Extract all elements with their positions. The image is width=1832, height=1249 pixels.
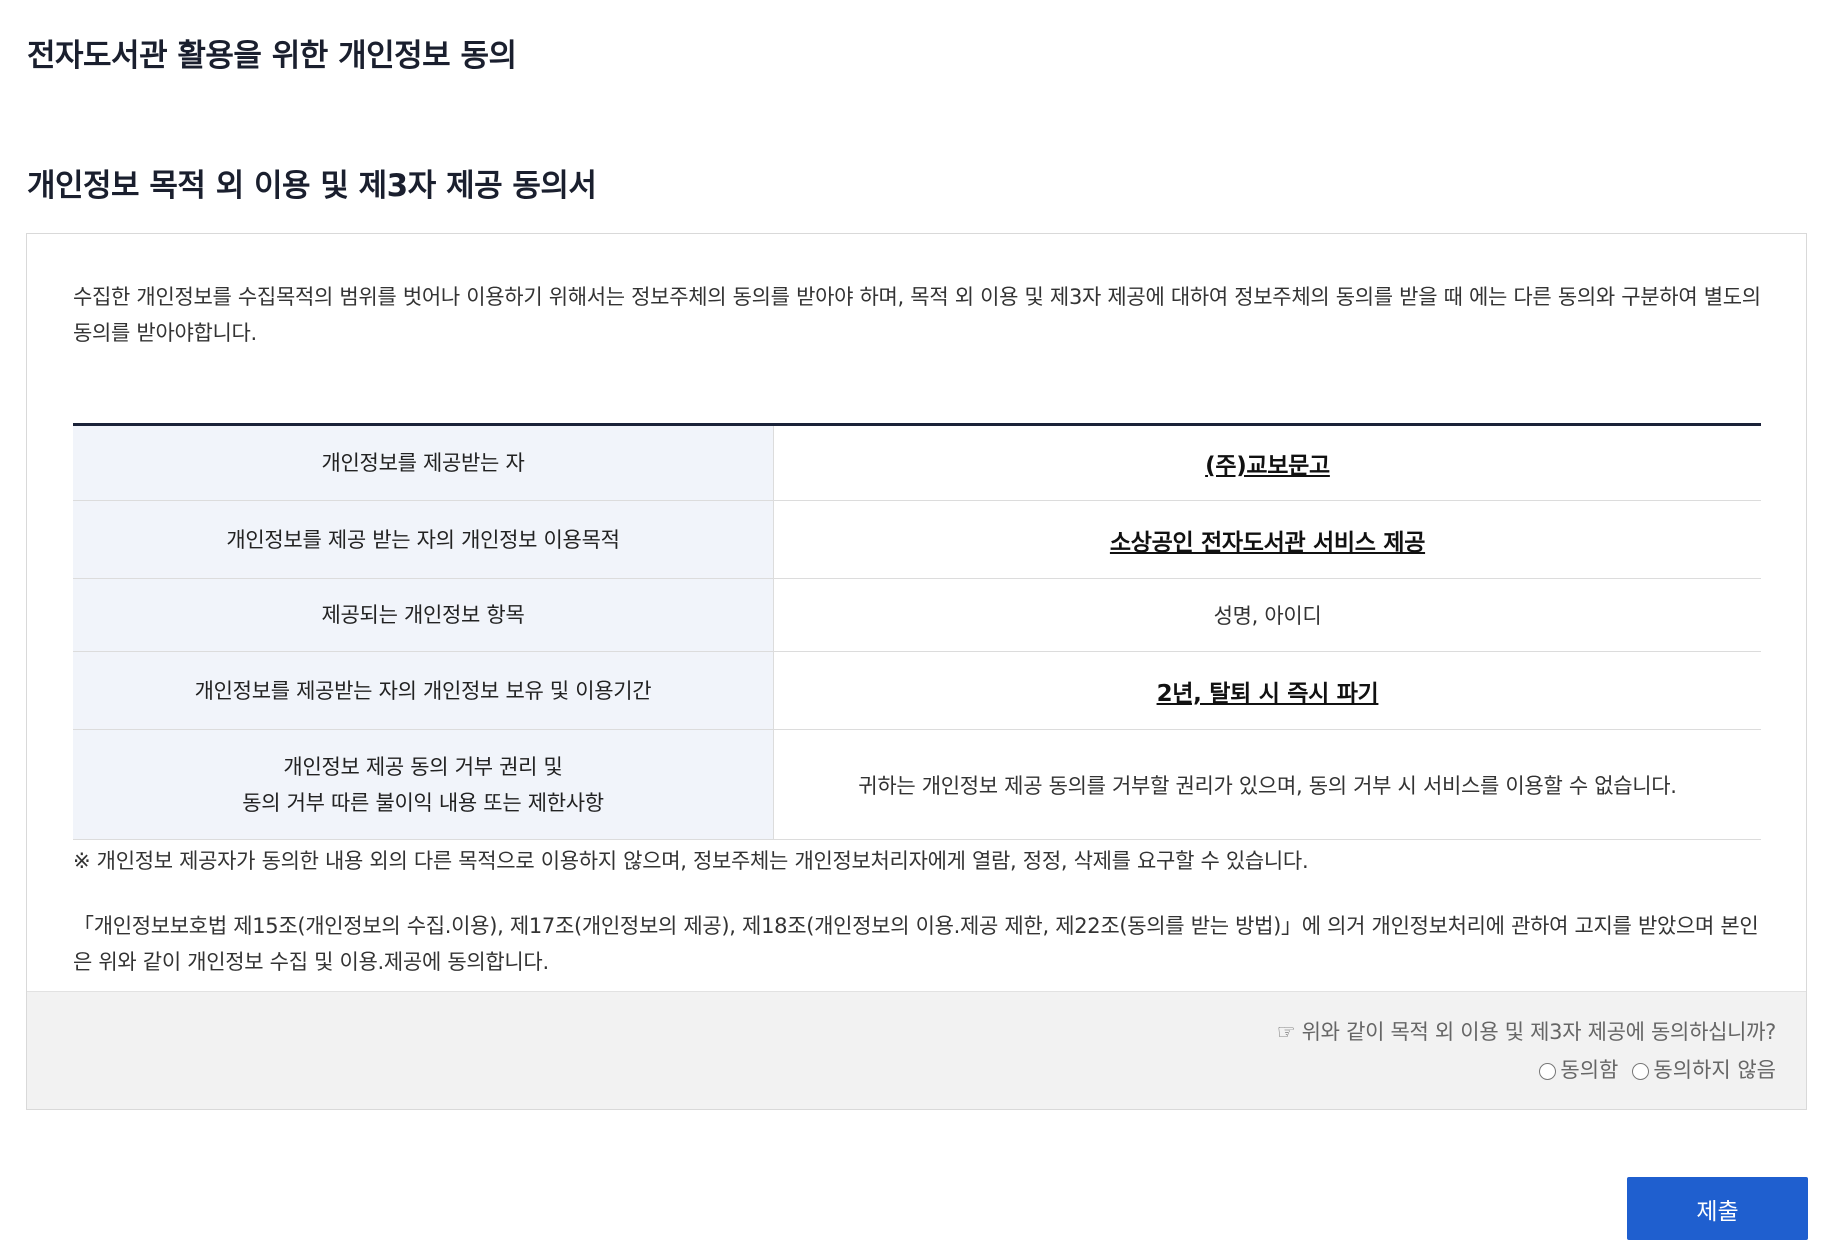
agree-option-no[interactable]: 동의하지 않음 xyxy=(1632,1054,1776,1084)
agree-radio-no[interactable] xyxy=(1632,1062,1650,1080)
row-label-items: 제공되는 개인정보 항목 xyxy=(73,578,774,652)
agree-question: ☞ 위와 같이 목적 외 이용 및 제3자 제공에 동의하십니까? xyxy=(1276,1020,1777,1044)
row-value-purpose: 소상공인 전자도서관 서비스 제공 xyxy=(773,500,1761,579)
row-label-refusal-line1: 개인정보 제공 동의 거부 권리 및 xyxy=(283,754,563,779)
consent-law-text: 「개인정보보호법 제15조(개인정보의 수집.이용), 제17조(개인정보의 제… xyxy=(73,914,1759,974)
agree-radio-yes[interactable] xyxy=(1539,1062,1557,1080)
table-row: 개인정보를 제공받는 자 (주)교보문고 xyxy=(73,424,1761,501)
agree-option-yes[interactable]: 동의함 xyxy=(1539,1054,1618,1084)
row-label-purpose: 개인정보를 제공 받는 자의 개인정보 이용목적 xyxy=(73,500,774,579)
agree-option-no-label: 동의하지 않음 xyxy=(1653,1058,1776,1082)
section-title: 개인정보 목적 외 이용 및 제3자 제공 동의서 xyxy=(27,168,597,204)
row-value-retention: 2년, 탈퇴 시 즉시 파기 xyxy=(773,651,1761,730)
table-row: 개인정보를 제공 받는 자의 개인정보 이용목적 소상공인 전자도서관 서비스 … xyxy=(73,500,1761,579)
page-title: 전자도서관 활용을 위한 개인정보 동의 xyxy=(27,38,517,74)
table-row: 개인정보를 제공받는 자의 개인정보 보유 및 이용기간 2년, 탈퇴 시 즉시… xyxy=(73,651,1761,730)
consent-info-table: 개인정보를 제공받는 자 (주)교보문고 개인정보를 제공 받는 자의 개인정보… xyxy=(73,423,1761,840)
row-value-items: 성명, 아이디 xyxy=(773,578,1761,652)
agree-bar: ☞ 위와 같이 목적 외 이용 및 제3자 제공에 동의하십니까? 동의함 동의… xyxy=(27,991,1806,1109)
row-value-refusal: 귀하는 개인정보 제공 동의를 거부할 권리가 있으며, 동의 거부 시 서비스… xyxy=(773,729,1761,840)
table-row: 제공되는 개인정보 항목 성명, 아이디 xyxy=(73,578,1761,652)
agree-option-yes-label: 동의함 xyxy=(1560,1058,1619,1082)
row-label-retention: 개인정보를 제공받는 자의 개인정보 보유 및 이용기간 xyxy=(73,651,774,730)
consent-box: 수집한 개인정보를 수집목적의 범위를 벗어나 이용하기 위해서는 정보주체의 … xyxy=(26,233,1807,1110)
consent-body: 수집한 개인정보를 수집목적의 범위를 벗어나 이용하기 위해서는 정보주체의 … xyxy=(73,279,1761,974)
row-label-refusal-line2: 동의 거부 따른 불이익 내용 또는 제한사항 xyxy=(242,790,604,815)
consent-intro: 수집한 개인정보를 수집목적의 범위를 벗어나 이용하기 위해서는 정보주체의 … xyxy=(73,285,1761,345)
row-label-refusal: 개인정보 제공 동의 거부 권리 및 동의 거부 따른 불이익 내용 또는 제한… xyxy=(73,729,774,840)
row-value-recipient: (주)교보문고 xyxy=(773,424,1761,501)
agree-options: 동의함 동의하지 않음 xyxy=(1525,1054,1776,1084)
consent-notice: ※ 개인정보 제공자가 동의한 내용 외의 다른 목적으로 이용하지 않으며, … xyxy=(73,849,1309,873)
row-label-recipient: 개인정보를 제공받는 자 xyxy=(73,424,774,501)
submit-button[interactable]: 제출 xyxy=(1627,1177,1808,1240)
table-row: 개인정보 제공 동의 거부 권리 및 동의 거부 따른 불이익 내용 또는 제한… xyxy=(73,729,1761,840)
